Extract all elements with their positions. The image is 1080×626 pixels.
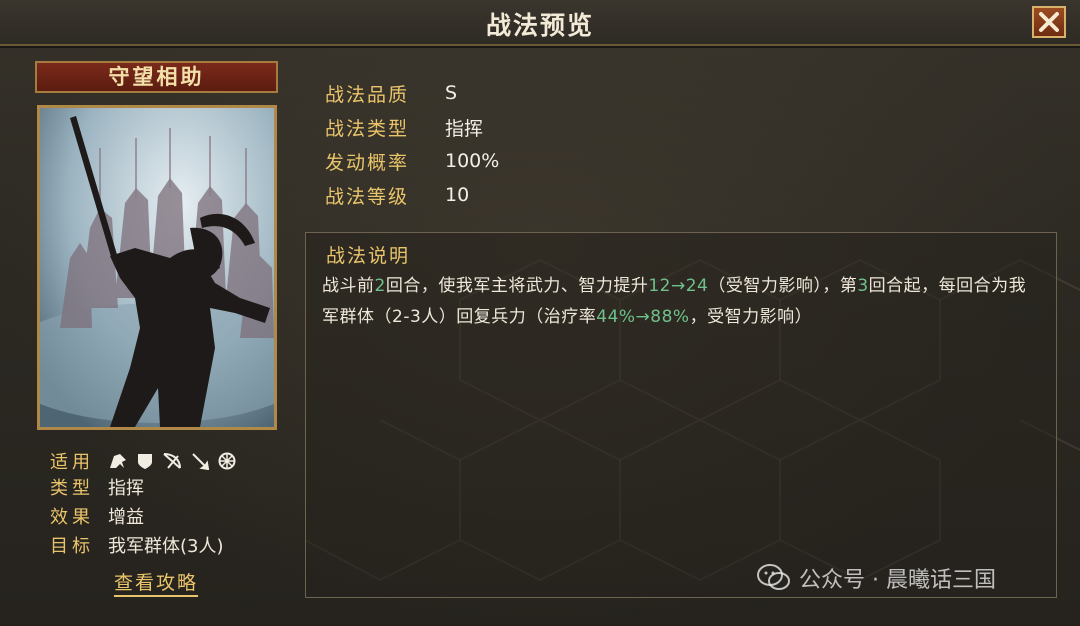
attr-quality-row: 战法品质 S	[325, 78, 625, 108]
bow-icon	[163, 453, 181, 469]
desc-highlight: 12→24	[648, 276, 709, 296]
attr-value: 指挥	[445, 117, 484, 140]
target-row: 目标 我军群体(3人)	[50, 532, 224, 558]
applicable-row: 适用	[50, 448, 236, 474]
spear-icon	[192, 453, 209, 470]
attr-value: 100%	[445, 150, 500, 172]
type-row: 类型 指挥	[50, 474, 144, 500]
skill-preview-panel: 战法预览 守望相助 适用 类型 指挥 效果 增益 目标 我军群体(3人) 查看攻…	[0, 0, 1080, 626]
attr-label: 战法类型	[325, 117, 410, 140]
attr-label: 发动概率	[325, 151, 410, 174]
watermark-text: 公众号 · 晨曦话三国	[799, 568, 996, 593]
watermark: 公众号 · 晨曦话三国	[757, 558, 1057, 598]
page-title: 战法预览	[485, 11, 594, 40]
attr-probability-row: 发动概率 100%	[325, 146, 625, 176]
view-guide-link[interactable]: 查看攻略	[114, 568, 199, 597]
close-button[interactable]	[1032, 6, 1066, 38]
attr-level-row: 战法等级 10	[325, 180, 625, 210]
type-value: 指挥	[108, 478, 144, 499]
type-label: 类型	[50, 478, 94, 499]
desc-highlight: 44%→88%	[596, 307, 690, 327]
attr-label: 战法等级	[325, 185, 410, 208]
effect-label: 效果	[50, 507, 94, 528]
title-bar: 战法预览	[0, 0, 1080, 46]
desc-highlight: 3	[857, 276, 869, 296]
applicable-label: 适用	[50, 452, 94, 473]
desc-segment: ，受智力影响）	[689, 307, 813, 327]
target-label: 目标	[50, 536, 94, 557]
attr-value: 10	[445, 184, 470, 206]
wheel-icon	[218, 452, 236, 470]
wechat-icon	[757, 564, 790, 590]
troop-type-icons	[108, 452, 236, 470]
shield-icon	[138, 454, 152, 469]
target-value: 我军群体(3人)	[108, 536, 224, 557]
desc-highlight: 2	[374, 276, 386, 296]
attr-type-row: 战法类型 指挥	[325, 112, 625, 142]
close-icon	[1039, 12, 1059, 32]
description-title: 战法说明	[326, 245, 411, 267]
desc-segment: 回合，使我军主将武力、智力提升	[385, 276, 649, 296]
skill-name-banner: 守望相助	[35, 61, 278, 93]
effect-row: 效果 增益	[50, 503, 144, 529]
skill-artwork	[37, 105, 277, 430]
skill-description-box: 战法说明 战斗前2回合，使我军主将武力、智力提升12→24（受智力影响），第3回…	[305, 232, 1057, 598]
desc-segment: 战斗前	[322, 276, 375, 296]
desc-segment: （受智力影响），第	[708, 276, 858, 296]
skill-name: 守望相助	[108, 65, 205, 89]
cavalry-icon	[110, 454, 126, 468]
attr-value: S	[445, 82, 458, 104]
attr-label: 战法品质	[325, 83, 410, 106]
warrior-silhouette-image	[40, 108, 274, 427]
description-text: 战斗前2回合，使我军主将武力、智力提升12→24（受智力影响），第3回合起，每回…	[322, 271, 1042, 333]
effect-value: 增益	[108, 507, 144, 528]
